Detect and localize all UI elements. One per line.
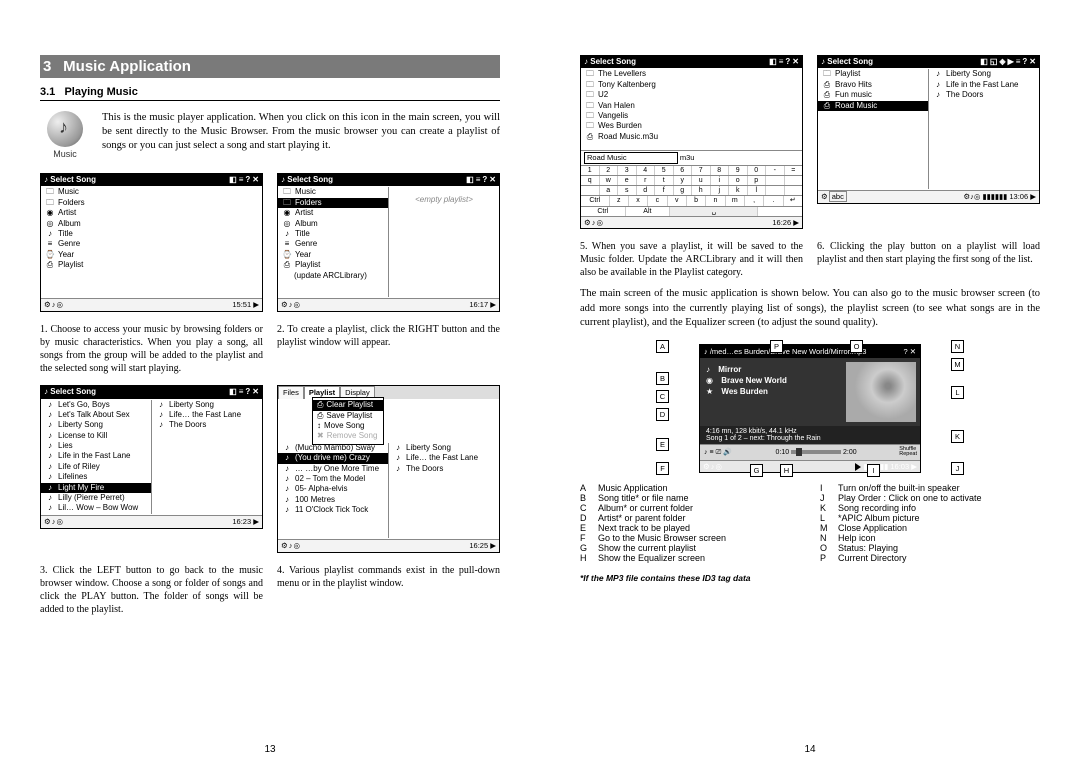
screenshot-6: ♪ Select Song◧◱◈▶≡?✕ 🗀Playlist ⎙Bravo Hi…: [817, 55, 1040, 204]
page-right: ♪ Select Song◧≡?✕ 🗀The Levellers 🗀Tony K…: [540, 0, 1080, 763]
caption-1: 1. Choose to access your music by browsi…: [40, 323, 263, 375]
chapter-number: 3: [43, 58, 59, 75]
section-heading: 3.1 Playing Music: [40, 86, 500, 101]
music-note-icon: [47, 111, 83, 147]
next-track: Song 1 of 2 – next: Through the Rain: [706, 435, 914, 442]
titlebar: ♪ Select Song ◧≡?✕: [41, 174, 262, 186]
caption-5: 5. When you save a playlist, it will be …: [580, 240, 803, 279]
titlebar-icons: ◧≡?✕: [227, 175, 259, 185]
player-diagram: A P O N M B C D L K E F J G H I ♪ /med…e…: [650, 344, 970, 473]
chapter-title: Music Application: [63, 58, 191, 75]
playlist-menu: ⎙Clear Playlist ⎙Save Playlist ↕Move Son…: [312, 397, 384, 445]
empty-playlist-label: <empty playlist>: [389, 187, 499, 205]
filename-input[interactable]: Road Music: [584, 152, 678, 164]
screenshot-1: ♪ Select Song ◧≡?✕ 🗀Music 🗀Folders ◉Arti…: [40, 173, 263, 312]
legend: AMusic Application BSong title* or file …: [580, 483, 1040, 563]
caption-2: 2. To create a playlist, click the RIGHT…: [277, 323, 500, 375]
page-number: 14: [580, 744, 1040, 755]
screenshot-4: Files Playlist Display ⎙Clear Playlist ⎙…: [277, 385, 500, 553]
screenshot-3: ♪ Select Song◧≡?✕ ♪Let's Go, Boys ♪Let's…: [40, 385, 263, 528]
artist-name: Wes Burden: [721, 387, 768, 396]
song-title: Mirror: [718, 365, 741, 374]
page-left: 3 Music Application 3.1 Playing Music Mu…: [0, 0, 540, 763]
album-art: [846, 362, 916, 422]
player-controls: ♪≡⎚🔊 0:10 2:00 Shuffle Repeat: [700, 444, 920, 460]
recording-info: 4:16 mn, 128 kbit/s, 44.1 kHz: [706, 428, 914, 435]
caption-6: 6. Clicking the play button on a playlis…: [817, 240, 1040, 279]
chapter-heading: 3 Music Application: [40, 55, 500, 78]
album-name: Brave New World: [721, 376, 787, 385]
caption-3: 3. Click the LEFT button to go back to t…: [40, 564, 263, 616]
screenshot-5: ♪ Select Song◧≡?✕ 🗀The Levellers 🗀Tony K…: [580, 55, 803, 229]
play-status-icon: [855, 463, 861, 471]
caption-4: 4. Various playlist commands exist in th…: [277, 564, 500, 616]
current-path: /med…es Burden/Brave New World/Mirror.mp…: [710, 347, 867, 356]
footnote: *If the MP3 file contains these ID3 tag …: [580, 573, 1040, 583]
screenshot-2: ♪ Select Song◧≡?✕ 🗀Music 🗀Folders ◉Artis…: [277, 173, 500, 312]
player-screenshot: ♪ /med…es Burden/Brave New World/Mirror.…: [699, 344, 921, 473]
main-description: The main screen of the music application…: [580, 287, 1040, 330]
page-number: 13: [40, 744, 500, 755]
intro-paragraph: This is the music player application. Wh…: [102, 111, 500, 159]
music-app-icon: Music: [40, 111, 90, 159]
